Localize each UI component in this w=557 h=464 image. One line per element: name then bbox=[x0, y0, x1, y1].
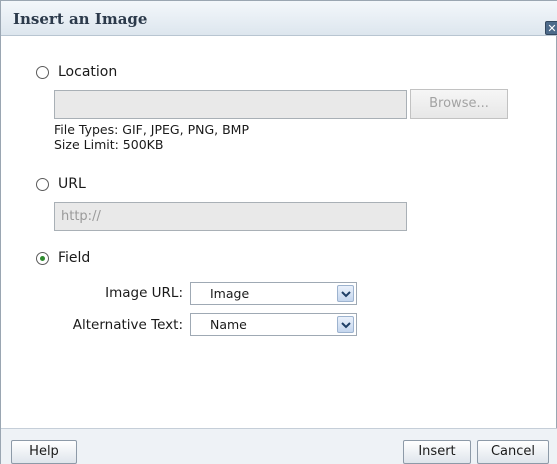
dialog-titlebar: Insert an Image ✕ bbox=[1, 1, 557, 36]
location-file-field[interactable] bbox=[54, 90, 407, 119]
help-button[interactable]: Help bbox=[11, 440, 77, 464]
alt-text-select-value: Name bbox=[210, 317, 247, 332]
size-limit-text: Size Limit: 500KB bbox=[54, 137, 164, 152]
chevron-down-icon[interactable] bbox=[337, 316, 354, 333]
dialog-title: Insert an Image bbox=[13, 10, 148, 28]
url-input[interactable]: http:// bbox=[54, 202, 407, 231]
alt-text-label: Alternative Text: bbox=[72, 317, 183, 333]
image-url-label: Image URL: bbox=[105, 285, 183, 301]
dialog-footer: Help Insert Cancel bbox=[1, 428, 557, 464]
cancel-button[interactable]: Cancel bbox=[477, 440, 549, 464]
close-icon[interactable]: ✕ bbox=[545, 21, 557, 35]
insert-button[interactable]: Insert bbox=[403, 440, 471, 464]
field-label: Field bbox=[58, 250, 91, 266]
location-radio[interactable] bbox=[36, 66, 49, 79]
chevron-down-icon[interactable] bbox=[337, 285, 354, 302]
insert-image-dialog: Insert an Image ✕ Location Browse... Fil… bbox=[0, 0, 557, 464]
url-label: URL bbox=[58, 176, 86, 192]
radio-selected-dot bbox=[40, 256, 45, 261]
image-url-select-value: Image bbox=[210, 286, 250, 301]
location-label: Location bbox=[58, 64, 118, 80]
url-radio[interactable] bbox=[36, 178, 49, 191]
browse-button[interactable]: Browse... bbox=[410, 89, 508, 119]
alt-text-select[interactable]: Name bbox=[190, 313, 357, 336]
image-url-select[interactable]: Image bbox=[190, 282, 357, 305]
file-types-text: File Types: GIF, JPEG, PNG, BMP bbox=[54, 122, 249, 137]
field-radio[interactable] bbox=[36, 252, 49, 265]
